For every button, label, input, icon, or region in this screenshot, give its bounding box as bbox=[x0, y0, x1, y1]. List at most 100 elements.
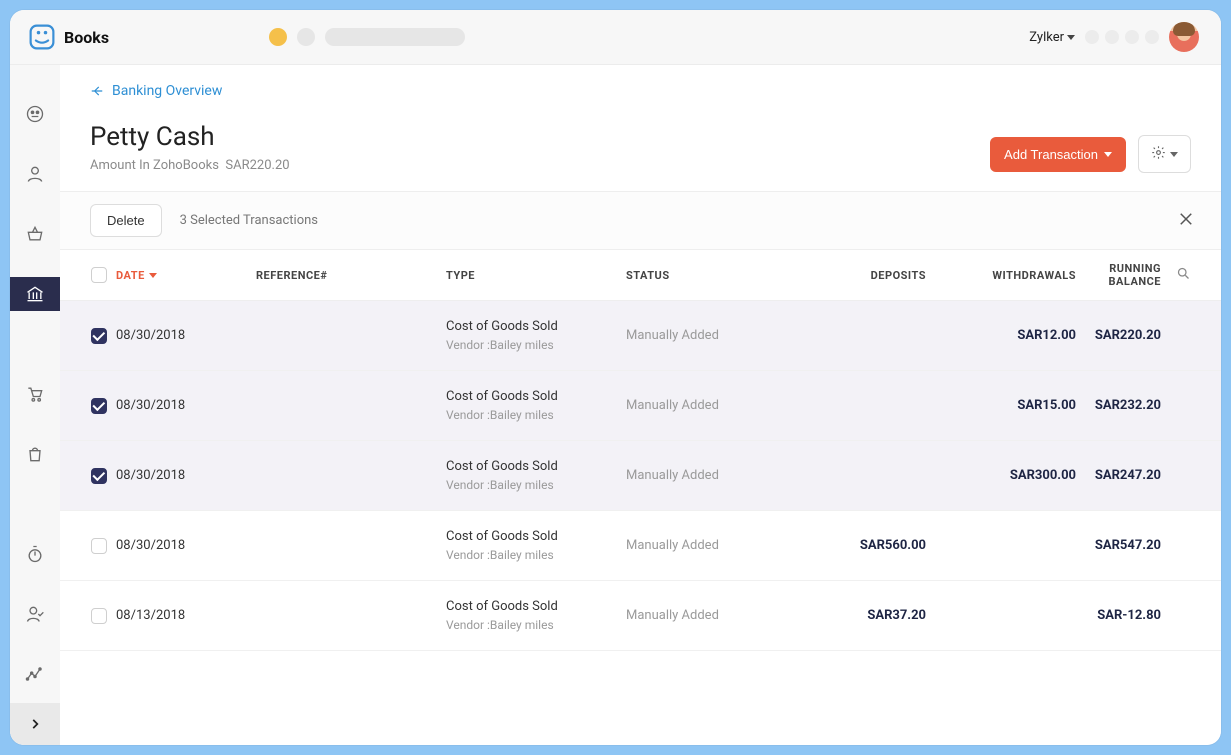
books-logo-icon bbox=[28, 23, 56, 51]
placeholder-dot bbox=[269, 28, 287, 46]
col-header-type[interactable]: TYPE bbox=[446, 269, 626, 282]
nav-sales[interactable] bbox=[10, 377, 60, 411]
type-sub: Vendor :Bailey miles bbox=[446, 478, 626, 492]
add-transaction-label: Add Transaction bbox=[1004, 147, 1098, 162]
placeholder-bar bbox=[325, 28, 465, 46]
col-header-reference[interactable]: REFERENCE# bbox=[256, 269, 446, 282]
caret-down-icon bbox=[1067, 35, 1075, 40]
row-checkbox[interactable] bbox=[91, 538, 107, 554]
type-main: Cost of Goods Sold bbox=[446, 599, 626, 614]
topbar: Books Zylker bbox=[10, 10, 1221, 65]
table-search-button[interactable] bbox=[1161, 266, 1191, 284]
topbar-icon-placeholders bbox=[1085, 30, 1159, 44]
placeholder-dot bbox=[297, 28, 315, 46]
nav-dashboard[interactable] bbox=[10, 97, 60, 131]
nav-accountant[interactable] bbox=[10, 597, 60, 631]
breadcrumb-label: Banking Overview bbox=[112, 83, 222, 99]
row-checkbox[interactable] bbox=[91, 468, 107, 484]
col-header-withdrawals[interactable]: WITHDRAWALS bbox=[926, 269, 1076, 282]
col-header-status[interactable]: STATUS bbox=[626, 269, 806, 282]
cell-type: Cost of Goods Sold Vendor :Bailey miles bbox=[446, 319, 626, 352]
table-row[interactable]: 08/30/2018 Cost of Goods Sold Vendor :Bail… bbox=[60, 441, 1221, 511]
cell-balance: SAR-12.80 bbox=[1076, 608, 1161, 623]
org-switcher[interactable]: Zylker bbox=[1029, 30, 1075, 45]
nav-contacts[interactable] bbox=[10, 157, 60, 191]
cell-balance: SAR547.20 bbox=[1076, 538, 1161, 553]
basket-icon bbox=[25, 224, 45, 244]
breadcrumb-back[interactable]: Banking Overview bbox=[90, 83, 222, 99]
type-sub: Vendor :Bailey miles bbox=[446, 548, 626, 562]
sidenav-expand-button[interactable] bbox=[10, 703, 60, 745]
cell-type: Cost of Goods Sold Vendor :Bailey miles bbox=[446, 459, 626, 492]
stopwatch-icon bbox=[25, 544, 45, 564]
cell-balance: SAR220.20 bbox=[1076, 328, 1161, 343]
cell-date: 08/30/2018 bbox=[116, 398, 256, 413]
cell-type: Cost of Goods Sold Vendor :Bailey miles bbox=[446, 599, 626, 632]
subtitle-prefix: Amount In ZohoBooks bbox=[90, 158, 219, 173]
bank-icon bbox=[25, 284, 45, 304]
bag-icon bbox=[25, 444, 45, 464]
nav-items[interactable] bbox=[10, 217, 60, 251]
chevron-right-icon bbox=[28, 717, 42, 731]
cell-date: 08/30/2018 bbox=[116, 538, 256, 553]
nav-reports[interactable] bbox=[10, 657, 60, 691]
type-main: Cost of Goods Sold bbox=[446, 319, 626, 334]
sidenav bbox=[10, 65, 60, 745]
nav-banking[interactable] bbox=[10, 277, 60, 311]
placeholder-dot bbox=[1145, 30, 1159, 44]
col-header-deposits[interactable]: DEPOSITS bbox=[806, 269, 926, 282]
cell-date: 08/30/2018 bbox=[116, 328, 256, 343]
search-icon bbox=[1176, 266, 1191, 281]
type-main: Cost of Goods Sold bbox=[446, 459, 626, 474]
dashboard-icon bbox=[25, 104, 45, 124]
cell-type: Cost of Goods Sold Vendor :Bailey miles bbox=[446, 389, 626, 422]
cell-status: Manually Added bbox=[626, 328, 806, 343]
subtitle-amount: SAR220.20 bbox=[225, 158, 289, 173]
brand[interactable]: Books bbox=[28, 23, 109, 51]
delete-button[interactable]: Delete bbox=[90, 204, 162, 237]
user-avatar[interactable] bbox=[1169, 22, 1199, 52]
cell-withdrawals: SAR15.00 bbox=[926, 398, 1076, 413]
nav-timesheet[interactable] bbox=[10, 537, 60, 571]
page-title: Petty Cash bbox=[90, 122, 290, 152]
cell-date: 08/30/2018 bbox=[116, 468, 256, 483]
close-icon bbox=[1177, 210, 1195, 228]
sort-desc-icon bbox=[149, 273, 157, 278]
row-checkbox[interactable] bbox=[91, 398, 107, 414]
caret-down-icon bbox=[1170, 152, 1178, 157]
main-content: Banking Overview Petty Cash Amount In Zo… bbox=[60, 65, 1221, 745]
col-header-balance[interactable]: RUNNING BALANCE bbox=[1076, 262, 1161, 288]
table-row[interactable]: 08/30/2018 Cost of Goods Sold Vendor :Bail… bbox=[60, 301, 1221, 371]
gear-icon bbox=[1151, 145, 1166, 163]
select-all-checkbox[interactable] bbox=[91, 267, 107, 283]
row-checkbox[interactable] bbox=[91, 608, 107, 624]
table-body: 08/30/2018 Cost of Goods Sold Vendor :Bail… bbox=[60, 301, 1221, 651]
type-main: Cost of Goods Sold bbox=[446, 529, 626, 544]
close-selection-button[interactable] bbox=[1177, 210, 1195, 232]
table-row[interactable]: 08/30/2018 Cost of Goods Sold Vendor :Bail… bbox=[60, 511, 1221, 581]
type-main: Cost of Goods Sold bbox=[446, 389, 626, 404]
cell-withdrawals: SAR300.00 bbox=[926, 468, 1076, 483]
add-transaction-button[interactable]: Add Transaction bbox=[990, 137, 1126, 172]
type-sub: Vendor :Bailey miles bbox=[446, 408, 626, 422]
brand-name: Books bbox=[64, 28, 109, 47]
table-row[interactable]: 08/30/2018 Cost of Goods Sold Vendor :Bail… bbox=[60, 371, 1221, 441]
table-row[interactable]: 08/13/2018Cost of Goods SoldVendor :Bail… bbox=[60, 581, 1221, 651]
selection-action-bar: Delete 3 Selected Transactions bbox=[60, 192, 1221, 250]
col-header-date[interactable]: DATE bbox=[116, 269, 256, 282]
row-checkbox[interactable] bbox=[91, 328, 107, 344]
cell-withdrawals: SAR12.00 bbox=[926, 328, 1076, 343]
user-icon bbox=[25, 164, 45, 184]
cell-deposits: SAR560.00 bbox=[806, 538, 926, 553]
cell-status: Manually Added bbox=[626, 398, 806, 413]
cell-status: Manually Added bbox=[626, 538, 806, 553]
type-sub: Vendor :Bailey miles bbox=[446, 618, 626, 632]
trend-icon bbox=[25, 664, 45, 684]
arrow-left-icon bbox=[90, 84, 104, 98]
settings-menu-button[interactable] bbox=[1138, 135, 1191, 173]
cell-balance: SAR232.20 bbox=[1076, 398, 1161, 413]
nav-purchases[interactable] bbox=[10, 437, 60, 471]
type-sub: Vendor :Bailey miles bbox=[446, 338, 626, 352]
caret-down-icon bbox=[1104, 152, 1112, 157]
cell-type: Cost of Goods Sold Vendor :Bailey miles bbox=[446, 529, 626, 562]
